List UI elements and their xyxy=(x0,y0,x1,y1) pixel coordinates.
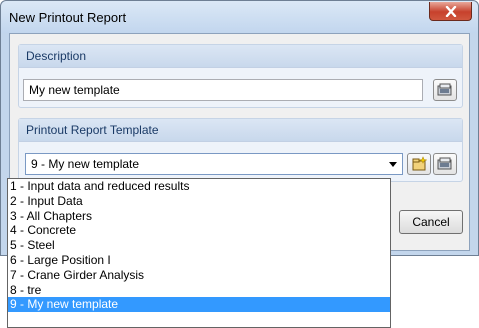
template-dropdown-list: 1 - Input data and reduced results 2 - In… xyxy=(7,178,391,328)
description-label: Description xyxy=(26,49,87,63)
template-combobox[interactable]: 9 - My new template xyxy=(25,153,403,175)
dropdown-option[interactable]: 9 - My new template xyxy=(8,297,390,313)
template-group: Printout Report Template 9 - My new temp… xyxy=(18,118,463,182)
dropdown-option[interactable]: 1 - Input data and reduced results xyxy=(8,179,390,194)
template-label: Printout Report Template xyxy=(26,123,159,137)
chevron-down-icon[interactable] xyxy=(389,162,397,167)
dropdown-option[interactable]: 3 - All Chapters xyxy=(8,209,390,224)
dialog-title: New Printout Report xyxy=(9,10,127,25)
dropdown-option[interactable]: 5 - Steel xyxy=(8,238,390,253)
new-template-button[interactable] xyxy=(407,153,431,175)
browse-icon xyxy=(437,83,452,96)
dropdown-option[interactable]: 2 - Input Data xyxy=(8,194,390,209)
dropdown-option[interactable]: 6 - Large Position I xyxy=(8,253,390,268)
template-combobox-value: 9 - My new template xyxy=(31,157,140,171)
description-browse-button[interactable] xyxy=(433,79,457,101)
description-group: Description My new template xyxy=(18,44,463,108)
title-bar[interactable]: New Printout Report xyxy=(1,1,478,33)
new-template-icon xyxy=(412,156,427,171)
edit-template-icon xyxy=(437,157,452,170)
close-icon xyxy=(445,5,456,17)
template-group-header: Printout Report Template xyxy=(19,119,462,142)
edit-template-button[interactable] xyxy=(433,153,457,175)
dropdown-option[interactable]: 4 - Concrete xyxy=(8,223,390,238)
dropdown-option[interactable]: 7 - Crane Girder Analysis xyxy=(8,268,390,283)
dropdown-option[interactable]: 8 - tre xyxy=(8,283,390,298)
cancel-button[interactable]: Cancel xyxy=(399,210,463,234)
description-group-header: Description xyxy=(19,45,462,68)
description-input[interactable]: My new template xyxy=(23,79,423,101)
close-button[interactable] xyxy=(429,2,472,21)
